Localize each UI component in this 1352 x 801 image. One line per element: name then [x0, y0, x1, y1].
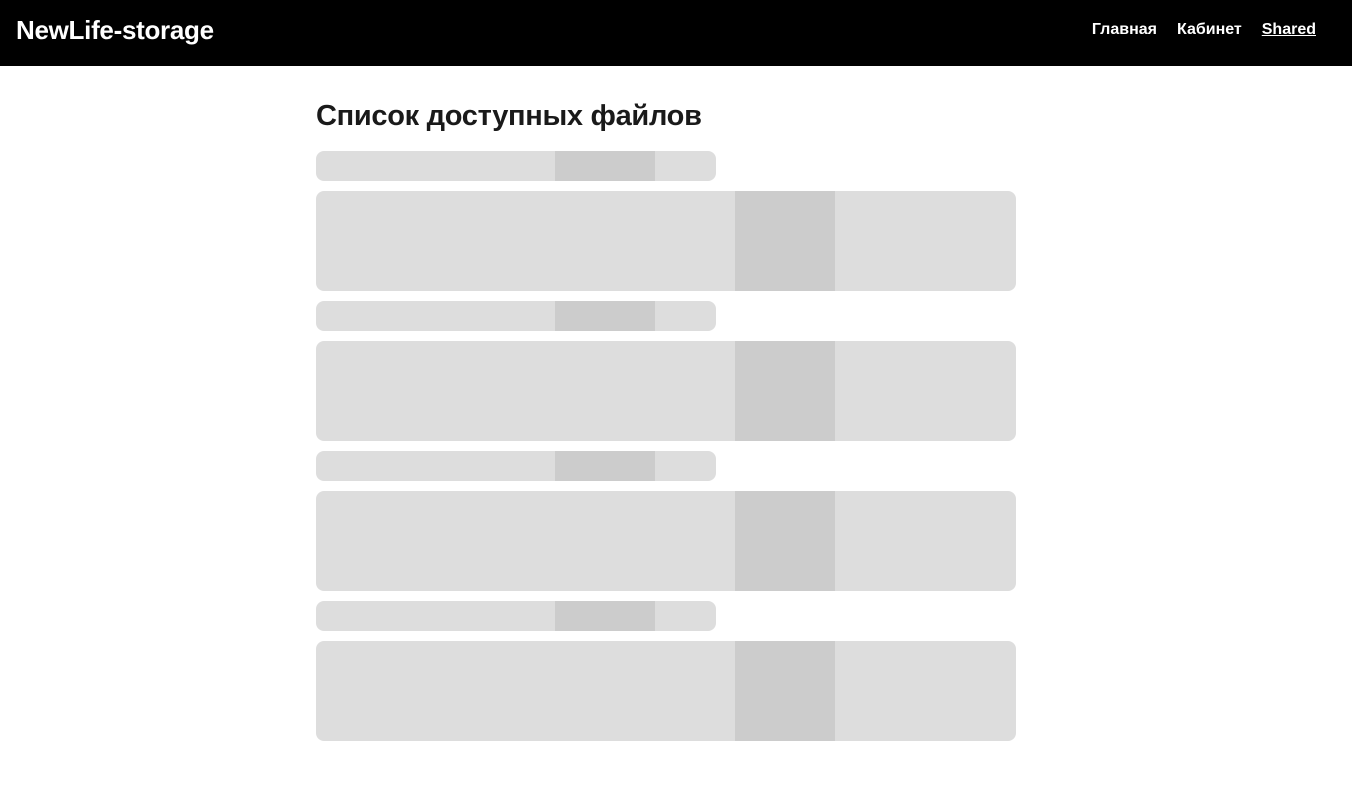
file-name-skeleton: [316, 301, 716, 331]
nav-link-home[interactable]: Главная: [1092, 20, 1157, 40]
skeleton-shimmer: [735, 341, 835, 441]
skeleton-shimmer: [735, 491, 835, 591]
page-title: Список доступных файлов: [316, 100, 702, 132]
file-item-skeleton: [316, 151, 1016, 291]
skeleton-shimmer: [555, 151, 655, 181]
skeleton-shimmer: [735, 191, 835, 291]
file-item-skeleton: [316, 601, 1016, 741]
skeleton-shimmer: [555, 451, 655, 481]
file-body-skeleton: [316, 191, 1016, 291]
brand-logo[interactable]: NewLife-storage: [16, 14, 214, 46]
file-item-skeleton: [316, 451, 1016, 591]
file-name-skeleton: [316, 151, 716, 181]
skeleton-shimmer: [555, 601, 655, 631]
skeleton-shimmer: [555, 301, 655, 331]
file-body-skeleton: [316, 491, 1016, 591]
file-name-skeleton: [316, 451, 716, 481]
file-list-loading: [316, 151, 1016, 741]
top-navbar: NewLife-storage Главная Кабинет Shared: [0, 0, 1352, 66]
file-body-skeleton: [316, 641, 1016, 741]
file-name-skeleton: [316, 601, 716, 631]
nav-link-shared[interactable]: Shared: [1262, 20, 1316, 40]
file-item-skeleton: [316, 301, 1016, 441]
skeleton-shimmer: [735, 641, 835, 741]
main-content: Список доступных файлов: [316, 96, 1016, 751]
main-nav: Главная Кабинет Shared: [1092, 20, 1316, 40]
nav-link-cabinet[interactable]: Кабинет: [1177, 20, 1242, 40]
file-body-skeleton: [316, 341, 1016, 441]
